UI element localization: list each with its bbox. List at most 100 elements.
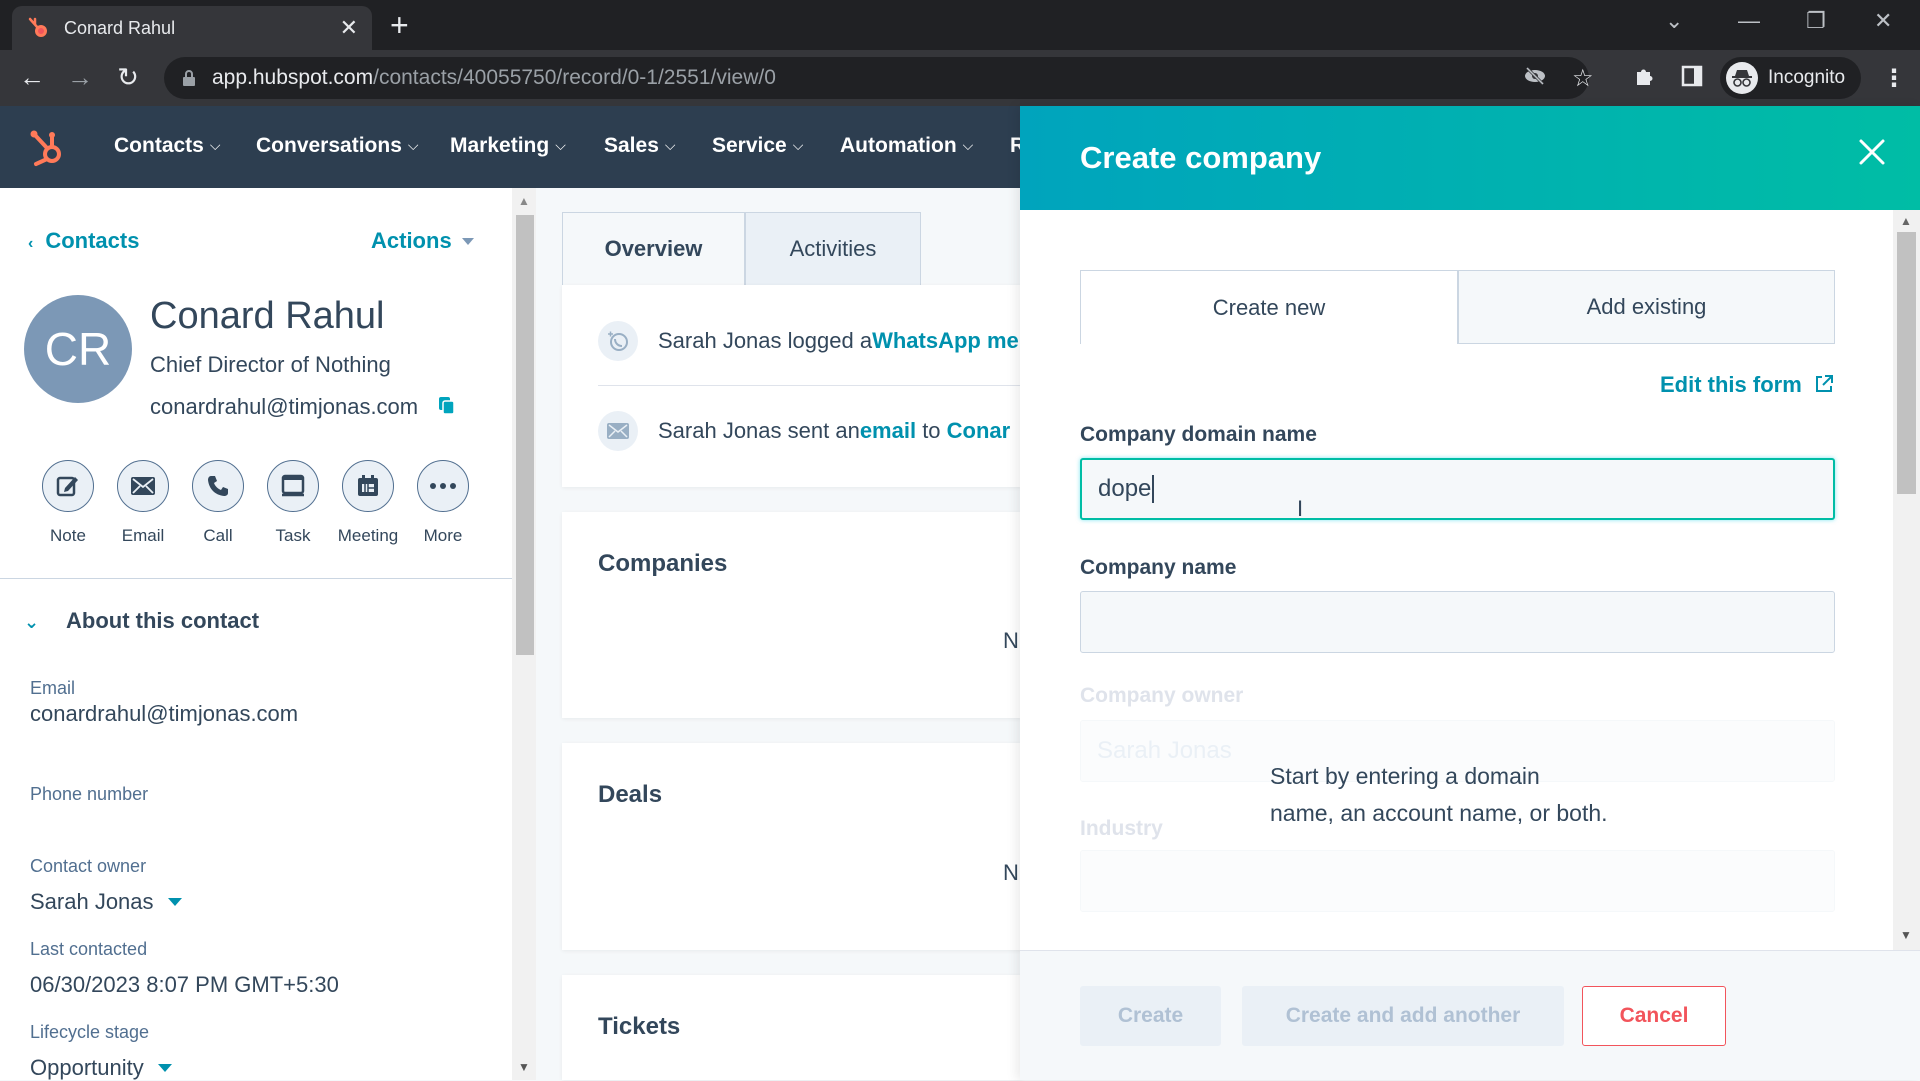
email-action-button[interactable]: Email: [105, 460, 181, 546]
call-label: Call: [203, 526, 233, 545]
bookmark-star-icon[interactable]: ☆: [1572, 64, 1594, 93]
task-action-button[interactable]: Task: [255, 460, 331, 546]
scroll-down-arrow-icon[interactable]: ▼: [1900, 928, 1912, 942]
url-text: app.hubspot.com/contacts/40055750/record…: [212, 66, 776, 90]
chevron-down-icon: ⌄: [24, 612, 40, 632]
actions-dropdown[interactable]: Actions: [371, 228, 474, 254]
contact-name[interactable]: Conard Rahul: [150, 295, 384, 338]
company-domain-input[interactable]: dope: [1080, 458, 1835, 520]
create-and-add-another-button[interactable]: Create and add another: [1242, 986, 1564, 1046]
sidebar-scrollbar-thumb[interactable]: [516, 215, 534, 655]
new-tab-icon[interactable]: +: [390, 8, 409, 42]
activity-item-email[interactable]: Sarah Jonas sent an email to Conar: [598, 411, 1010, 451]
address-bar[interactable]: app.hubspot.com/contacts/40055750/record…: [164, 57, 1589, 99]
call-action-button[interactable]: Call: [180, 460, 256, 546]
nav-automation[interactable]: Automation ⌵: [840, 134, 973, 158]
edit-this-form-link[interactable]: Edit this form: [1660, 372, 1834, 398]
nav-marketing[interactable]: Marketing ⌵: [450, 134, 566, 158]
sidebar-divider: [0, 578, 512, 579]
meeting-action-button[interactable]: Meeting: [330, 460, 406, 546]
copy-icon[interactable]: [438, 396, 456, 416]
scroll-up-arrow-icon[interactable]: ▲: [518, 194, 530, 208]
property-value-phone[interactable]: [30, 810, 330, 836]
scroll-up-arrow-icon[interactable]: ▲: [1900, 214, 1912, 228]
back-icon[interactable]: ←: [16, 62, 48, 93]
close-panel-icon[interactable]: [1856, 136, 1888, 168]
extensions-puzzle-icon[interactable]: [1632, 64, 1656, 95]
nav-marketing-label: Marketing: [450, 134, 550, 157]
contact-job-title[interactable]: Chief Director of Nothing: [150, 352, 391, 378]
panel-scrollbar-thumb[interactable]: [1897, 232, 1916, 494]
chevron-down-icon: ⌵: [209, 137, 221, 153]
back-label: Contacts: [45, 228, 140, 253]
hubspot-logo-icon[interactable]: [28, 128, 68, 168]
window-close-icon[interactable]: ✕: [1874, 8, 1892, 34]
property-label-phone: Phone number: [30, 784, 149, 804]
contact-email[interactable]: conardrahul@timjonas.com: [150, 394, 418, 420]
tab-add-existing[interactable]: Add existing: [1458, 270, 1835, 344]
hubspot-favicon-icon: [28, 17, 47, 37]
about-section-toggle[interactable]: ⌄ About this contact: [24, 608, 259, 634]
property-label-email: Email: [30, 678, 76, 698]
restore-icon[interactable]: ❐: [1806, 8, 1826, 34]
tab-overview[interactable]: Overview: [562, 212, 745, 285]
actions-label: Actions: [371, 228, 452, 253]
recent-activity-card: [562, 285, 1022, 487]
industry-label: Industry: [1080, 817, 1163, 840]
company-name-label: Company name: [1080, 556, 1237, 579]
panel-title: Create company: [1080, 140, 1322, 175]
company-domain-value: dope: [1098, 475, 1152, 502]
nav-conversations[interactable]: Conversations ⌵: [256, 134, 419, 158]
tab-activities[interactable]: Activities: [745, 212, 921, 285]
industry-select[interactable]: [1080, 850, 1835, 912]
nav-contacts[interactable]: Contacts ⌵: [114, 134, 220, 158]
activity-link[interactable]: email: [860, 418, 916, 444]
external-link-icon: [1815, 375, 1833, 392]
side-panel-icon[interactable]: [1680, 64, 1704, 95]
email-label: Email: [121, 526, 165, 545]
forward-icon[interactable]: →: [64, 62, 96, 93]
cancel-button[interactable]: Cancel: [1582, 986, 1726, 1046]
url-path: /contacts/40055750/record/0-1/2551/view/…: [373, 66, 776, 89]
create-button[interactable]: Create: [1080, 986, 1221, 1046]
property-value-lifecycle-stage[interactable]: Opportunity: [30, 1055, 172, 1081]
property-value-contact-owner[interactable]: Sarah Jonas: [30, 889, 182, 915]
tab-create-new[interactable]: Create new: [1080, 270, 1458, 344]
note-label: Note: [50, 526, 86, 545]
phone-icon: [192, 460, 244, 512]
companies-card-title[interactable]: Companies: [598, 550, 727, 578]
browser-tab[interactable]: Conard Rahul ✕: [12, 6, 372, 50]
reload-icon[interactable]: ↻: [112, 62, 144, 93]
companies-empty-text: N: [1003, 628, 1019, 653]
activity-link[interactable]: WhatsApp me: [872, 328, 1019, 354]
incognito-icon: [1726, 62, 1758, 94]
browser-toolbar: ← → ↻ app.hubspot.com/contacts/40055750/…: [0, 50, 1920, 106]
incognito-profile-button[interactable]: Incognito: [1720, 57, 1862, 99]
task-icon: [267, 460, 319, 512]
profile-label: Incognito: [1768, 67, 1846, 88]
eye-off-icon[interactable]: [1523, 64, 1547, 95]
more-action-button[interactable]: More: [405, 460, 481, 546]
property-label-contact-owner: Contact owner: [30, 856, 147, 876]
lifecycle-stage-value: Opportunity: [30, 1055, 144, 1080]
property-label-last-contacted: Last contacted: [30, 939, 148, 959]
form-hint-text: Start by entering a domain name, an accou…: [1270, 758, 1608, 832]
browser-menu-icon[interactable]: ⋮: [1882, 64, 1906, 93]
back-to-contacts-link[interactable]: ‹ Contacts: [28, 228, 139, 254]
tickets-card-title[interactable]: Tickets: [598, 1013, 680, 1041]
chevron-down-icon: ⌵: [407, 137, 419, 153]
activity-contact-link[interactable]: Conar: [947, 418, 1011, 444]
company-name-input[interactable]: [1080, 591, 1835, 653]
minimize-icon[interactable]: —: [1738, 8, 1760, 34]
nav-sales[interactable]: Sales ⌵: [604, 134, 676, 158]
nav-service[interactable]: Service ⌵: [712, 134, 803, 158]
deals-card-title[interactable]: Deals: [598, 781, 662, 809]
activity-item-whatsapp[interactable]: Sarah Jonas logged a WhatsApp me: [598, 321, 1019, 361]
note-action-button[interactable]: Note: [30, 460, 106, 546]
tab-search-icon[interactable]: ⌄: [1665, 8, 1683, 34]
close-tab-icon[interactable]: ✕: [340, 15, 358, 41]
activity-text: Sarah Jonas sent an: [658, 418, 860, 443]
property-value-email[interactable]: conardrahul@timjonas.com: [30, 701, 298, 727]
scroll-down-arrow-icon[interactable]: ▼: [518, 1060, 530, 1074]
text-caret: [1152, 475, 1155, 503]
